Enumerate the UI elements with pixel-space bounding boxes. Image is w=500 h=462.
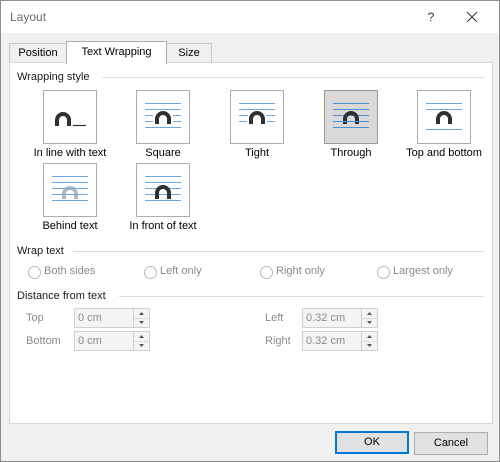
radio-label: Right only [276, 265, 325, 277]
dialog-title: Layout [10, 10, 47, 24]
triangle-up-icon [139, 335, 144, 338]
close-icon [466, 11, 478, 23]
distance-bottom-label: Bottom [26, 335, 61, 347]
wrap-radio-both-sides[interactable]: Both sides [28, 265, 118, 279]
radio-label: Both sides [44, 265, 96, 277]
behind-text-icon [43, 163, 97, 217]
distance-top-spinner[interactable]: 0 cm [74, 308, 150, 328]
radio-label: Left only [160, 265, 202, 277]
spin-down-button[interactable] [362, 318, 377, 327]
wrap-option-square[interactable]: Square [118, 90, 208, 162]
square-wrap-icon [136, 90, 190, 144]
distance-right-spinner[interactable]: 0.32 cm [302, 331, 378, 351]
radio-circle [28, 266, 41, 279]
wrap-text-heading: Wrap text [17, 245, 64, 257]
top-and-bottom-wrap-icon [417, 90, 471, 144]
spin-down-button[interactable] [134, 341, 149, 350]
cancel-button[interactable]: Cancel [414, 432, 488, 455]
distance-top-input[interactable]: 0 cm [74, 308, 135, 328]
wrap-radio-right-only[interactable]: Right only [260, 265, 350, 279]
divider [73, 251, 484, 252]
wrap-option-top-and-bottom[interactable]: Top and bottom [399, 90, 489, 162]
radio-circle [144, 266, 157, 279]
triangle-down-icon [139, 344, 144, 347]
triangle-down-icon [367, 321, 372, 324]
tab-position[interactable]: Position [9, 43, 67, 63]
distance-right-label: Right [265, 335, 291, 347]
distance-left-spinner[interactable]: 0.32 cm [302, 308, 378, 328]
help-button[interactable]: ? [421, 8, 441, 26]
title-bar: Layout ? [1, 1, 499, 33]
distance-right-input[interactable]: 0.32 cm [302, 331, 363, 351]
spin-down-button[interactable] [134, 318, 149, 327]
distance-top-label: Top [26, 312, 44, 324]
triangle-down-icon [139, 321, 144, 324]
wrap-option-through[interactable]: Through [306, 90, 396, 162]
wrap-radio-largest-only[interactable]: Largest only [377, 265, 477, 279]
wrap-option-behind-text[interactable]: Behind text [25, 163, 115, 235]
wrap-option-in-line[interactable]: In line with text [25, 90, 115, 162]
triangle-up-icon [367, 312, 372, 315]
radio-label: Largest only [393, 265, 453, 277]
tight-wrap-icon [230, 90, 284, 144]
spin-buttons[interactable] [361, 331, 378, 351]
divider [119, 296, 484, 297]
distance-bottom-input[interactable]: 0 cm [74, 331, 135, 351]
divider [102, 77, 484, 78]
triangle-up-icon [139, 312, 144, 315]
spin-down-button[interactable] [362, 341, 377, 350]
distance-left-input[interactable]: 0.32 cm [302, 308, 363, 328]
spin-buttons[interactable] [361, 308, 378, 328]
triangle-down-icon [367, 344, 372, 347]
wrap-option-tight[interactable]: Tight [212, 90, 302, 162]
spin-buttons[interactable] [133, 331, 150, 351]
wrap-radio-left-only[interactable]: Left only [144, 265, 234, 279]
distance-from-text-heading: Distance from text [17, 290, 106, 302]
tab-text-wrapping[interactable]: Text Wrapping [66, 41, 167, 64]
in-line-with-text-icon [43, 90, 97, 144]
wrapping-style-heading: Wrapping style [17, 71, 90, 83]
wrap-option-in-front-of-text[interactable]: In front of text [118, 163, 208, 235]
in-front-of-text-icon [136, 163, 190, 217]
tab-size[interactable]: Size [166, 43, 212, 63]
through-wrap-icon [324, 90, 378, 144]
spin-buttons[interactable] [133, 308, 150, 328]
distance-left-label: Left [265, 312, 284, 324]
triangle-up-icon [367, 335, 372, 338]
radio-circle [377, 266, 390, 279]
layout-dialog: Layout ? Position Text Wrapping Size Wra… [0, 0, 500, 462]
text-wrapping-panel: Wrapping style In line with text Square … [9, 62, 493, 424]
wrap-option-label: Top and bottom [406, 147, 482, 159]
wrap-option-label: In front of text [129, 220, 197, 232]
close-button[interactable] [462, 8, 482, 26]
ok-button[interactable]: OK [335, 431, 409, 454]
radio-circle [260, 266, 273, 279]
distance-bottom-spinner[interactable]: 0 cm [74, 331, 150, 351]
